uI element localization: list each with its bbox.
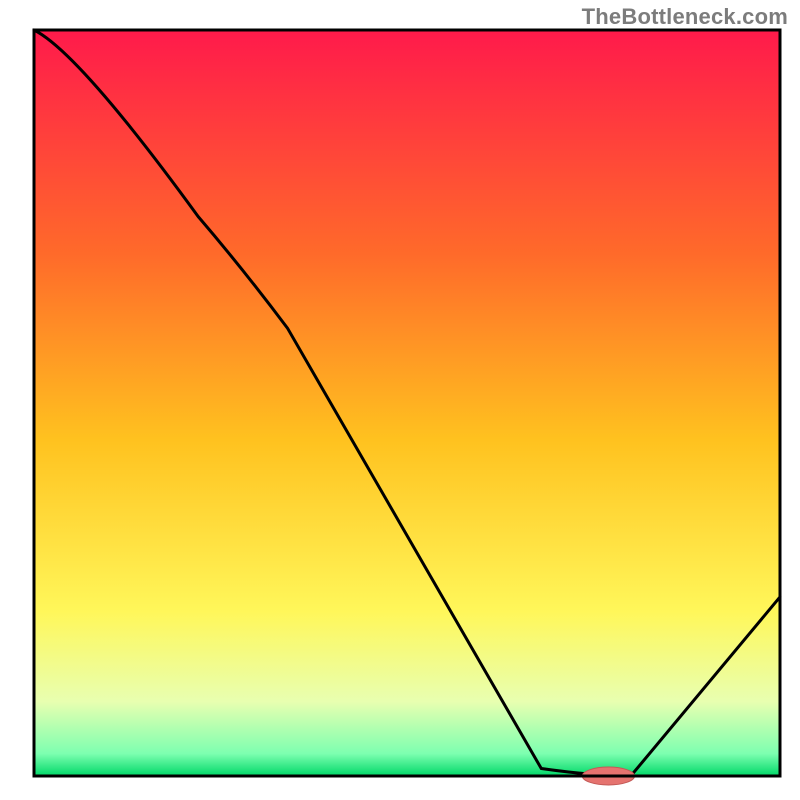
bottleneck-chart [0, 0, 800, 800]
plot-gradient-fill [34, 30, 780, 776]
chart-stage: TheBottleneck.com [0, 0, 800, 800]
